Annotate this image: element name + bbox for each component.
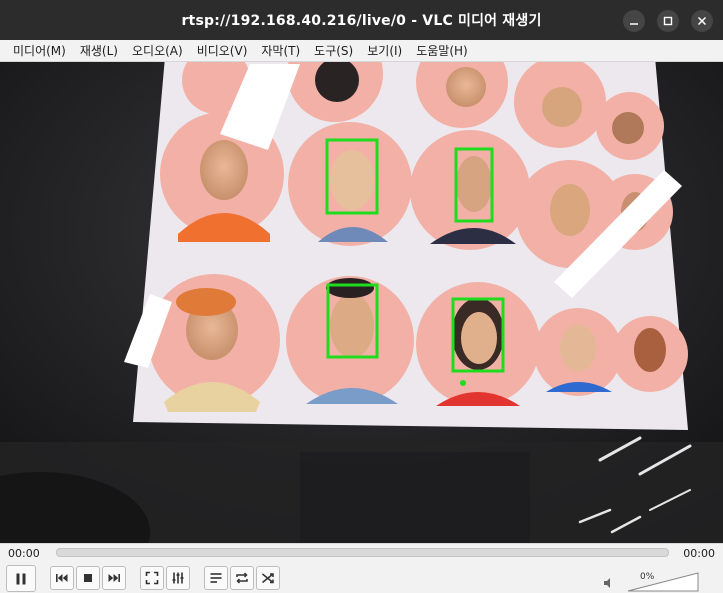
pause-icon xyxy=(16,573,26,584)
maximize-icon xyxy=(663,16,673,26)
playlist-icon xyxy=(210,573,222,583)
previous-button[interactable] xyxy=(50,566,74,590)
menu-subtitle[interactable]: 자막(T) xyxy=(254,42,307,59)
volume-percent: 0% xyxy=(640,572,655,582)
stop-icon xyxy=(84,574,92,582)
seek-slider[interactable] xyxy=(56,548,669,557)
detection-marker xyxy=(460,380,466,386)
window-title: rtsp://192.168.40.216/live/0 - VLC 미디어 재… xyxy=(181,13,542,29)
minimize-icon xyxy=(630,23,638,25)
total-time: 00:00 xyxy=(683,547,715,560)
menu-playback[interactable]: 재생(L) xyxy=(73,42,125,59)
foreground-shadow-center xyxy=(300,452,530,543)
shuffle-button[interactable] xyxy=(256,566,280,590)
maximize-button[interactable] xyxy=(657,10,679,32)
close-icon xyxy=(697,16,707,26)
pause-button[interactable] xyxy=(6,565,36,592)
speaker-muted-icon[interactable] xyxy=(603,577,615,589)
title-bar: rtsp://192.168.40.216/live/0 - VLC 미디어 재… xyxy=(0,0,723,40)
extended-settings-button[interactable] xyxy=(166,566,190,590)
elapsed-time: 00:00 xyxy=(8,547,40,560)
fullscreen-button[interactable] xyxy=(140,566,164,590)
close-button[interactable] xyxy=(691,10,713,32)
next-icon xyxy=(108,574,120,582)
next-button[interactable] xyxy=(102,566,126,590)
volume-slider[interactable] xyxy=(627,572,699,592)
fullscreen-icon xyxy=(145,571,159,585)
window-controls xyxy=(623,10,713,32)
menu-audio[interactable]: 오디오(A) xyxy=(125,42,190,59)
video-frame xyxy=(0,62,723,543)
menu-tools[interactable]: 도구(S) xyxy=(307,42,360,59)
minimize-button[interactable] xyxy=(623,10,645,32)
menu-bar: 미디어(M) 재생(L) 오디오(A) 비디오(V) 자막(T) 도구(S) 보… xyxy=(0,40,723,62)
menu-video[interactable]: 비디오(V) xyxy=(190,42,255,59)
previous-icon xyxy=(56,574,68,582)
playlist-button[interactable] xyxy=(204,566,228,590)
menu-help[interactable]: 도움말(H) xyxy=(409,42,475,59)
loop-button[interactable] xyxy=(230,566,254,590)
equalizer-icon xyxy=(172,572,184,584)
loop-icon xyxy=(236,572,248,584)
stop-button[interactable] xyxy=(76,566,100,590)
shuffle-icon xyxy=(262,573,274,584)
menu-media[interactable]: 미디어(M) xyxy=(6,42,73,59)
menu-view[interactable]: 보기(I) xyxy=(360,42,409,59)
video-output[interactable] xyxy=(0,62,723,543)
control-bar: 00:00 00:00 0% xyxy=(0,543,723,593)
